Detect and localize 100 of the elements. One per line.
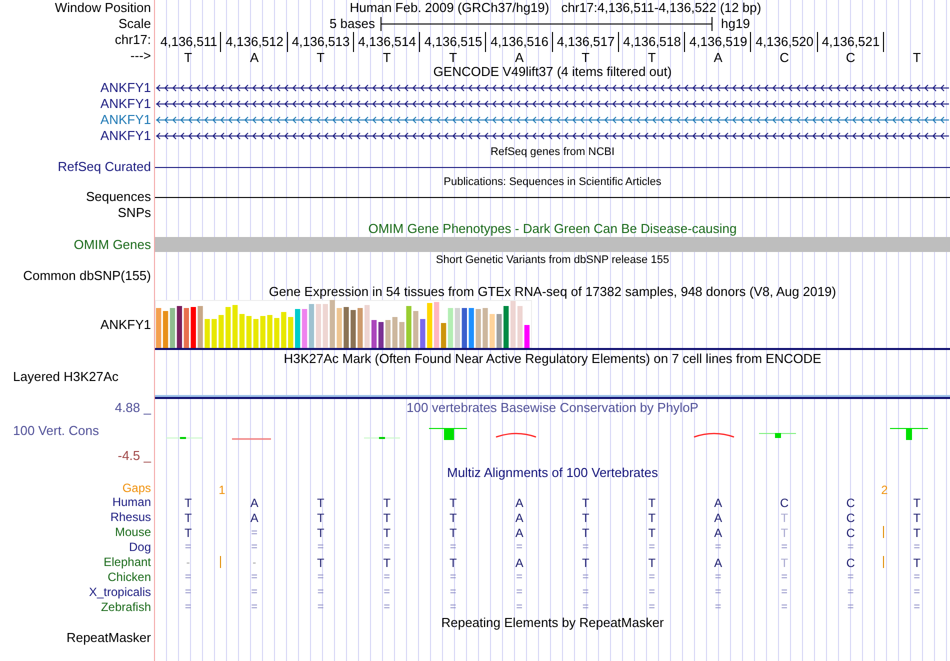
track-label: Gaps — [122, 480, 151, 496]
aligned-base: C — [846, 495, 855, 512]
track-label: chr17: — [114, 31, 151, 50]
aligned-base: T — [383, 495, 391, 512]
reference-base: A — [714, 49, 722, 67]
reference-base: C — [780, 49, 790, 67]
aligned-base: A — [515, 495, 524, 512]
expression-bar — [260, 316, 266, 348]
aligned-base: = — [317, 600, 324, 615]
aligned-base: = — [384, 540, 390, 555]
assembly-label: hg19 — [721, 15, 750, 34]
aligned-base: = — [251, 600, 258, 615]
aligned-base: = — [516, 540, 523, 555]
aligned-base: T — [184, 510, 192, 527]
ruler-position: 4,136,511 — [155, 32, 222, 52]
aligned-base: = — [714, 585, 722, 600]
aligned-base: = — [450, 600, 456, 615]
aligned-base: A — [250, 510, 258, 527]
track-label: OMIM Genes — [74, 236, 151, 254]
track-label: ---> — [130, 47, 151, 66]
expression-bar — [274, 318, 280, 348]
aligned-base: = — [317, 540, 324, 555]
aligned-base: T — [582, 555, 590, 572]
aligned-base: = — [251, 585, 258, 600]
track-title: Short Genetic Variants from dbSNP release 155 — [436, 252, 670, 268]
ruler-position: 4,136,517 — [552, 32, 619, 52]
expression-bar — [482, 308, 488, 348]
aligned-base: T — [913, 525, 921, 542]
gene-label: ANKFY1 — [100, 127, 151, 146]
aligned-base: = — [384, 570, 390, 585]
expression-bar — [330, 300, 335, 348]
track-label: Sequences — [86, 188, 151, 206]
aligned-base: C — [846, 525, 855, 542]
aligned-base: T — [449, 495, 457, 512]
track-title: Multiz Alignments of 100 Vertebrates — [446, 464, 658, 482]
track-title: H3K27Ac Mark (Often Found Near Active Regulatory Elements) on 7 cell lines from ENCODE — [284, 350, 822, 368]
aligned-base: T — [648, 510, 656, 527]
track-label: ANKFY1 — [100, 316, 151, 334]
aligned-base: = — [582, 585, 589, 600]
aligned-base: = — [648, 600, 656, 615]
aligned-base: = — [914, 600, 920, 615]
expression-bar — [212, 319, 217, 348]
ruler-position: 4,136,516 — [486, 32, 552, 52]
ruler-position: 4,136,513 — [288, 32, 354, 52]
species-label: Elephant — [104, 554, 151, 570]
aligned-base: T — [184, 495, 192, 512]
species-label: Dog — [128, 538, 151, 556]
species-label: Mouse — [114, 524, 151, 540]
aligned-base: = — [516, 600, 523, 615]
aligned-base: T — [780, 510, 788, 527]
species-label: X_tropicalis — [88, 584, 151, 600]
position-range: chr17:4,136,511-4,136,522 (12 bp) — [561, 0, 762, 18]
aligned-base: T — [582, 510, 590, 527]
aligned-base: T — [316, 510, 324, 527]
reference-base: A — [250, 49, 259, 67]
aligned-base: = — [516, 570, 523, 585]
expression-bar — [267, 315, 272, 348]
aligned-base: = — [914, 570, 920, 585]
aligned-base: = — [914, 585, 920, 600]
gap-count: 1 — [218, 482, 226, 499]
ruler-position: 4,136,514 — [354, 32, 420, 52]
track-title: Gene Expression in 54 tissues from GTEx RNA-seq of 17382 samples, 948 donors (V8, Aug 2019) — [268, 283, 836, 302]
expression-bar — [427, 303, 432, 348]
aligned-base: A — [515, 510, 524, 527]
aligned-base: = — [847, 540, 854, 555]
aligned-base: T — [582, 525, 590, 542]
aligned-base: = — [582, 540, 589, 555]
ruler-position: 4,136,519 — [685, 32, 752, 52]
aligned-base: C — [846, 555, 855, 572]
gap-count: 2 — [881, 482, 888, 499]
aligned-base: = — [184, 600, 192, 615]
aligned-base: T — [316, 495, 324, 512]
ruler-position: 4,136,520 — [751, 32, 818, 52]
expression-bar — [420, 319, 426, 348]
aligned-base: T — [913, 555, 921, 572]
expression-bar — [413, 311, 418, 348]
aligned-base: = — [251, 540, 258, 555]
aligned-base: A — [714, 495, 722, 512]
track-title: Repeating Elements by RepeatMasker — [441, 614, 664, 632]
track-label: 100 Vert. Cons — [13, 422, 99, 440]
aligned-base: T — [316, 555, 324, 572]
track-label: RepeatMasker — [66, 628, 151, 647]
aligned-base: = — [384, 585, 390, 600]
aligned-base: = — [384, 600, 390, 615]
expression-bar — [468, 308, 474, 348]
aligned-base: T — [913, 495, 921, 512]
aligned-base: = — [516, 585, 523, 600]
aligned-base: = — [847, 600, 854, 615]
ruler-position: 4,136,518 — [618, 32, 685, 52]
aligned-base: = — [781, 570, 788, 585]
expression-bar — [490, 314, 495, 348]
aligned-base: T — [449, 525, 457, 542]
aligned-base: = — [184, 585, 192, 600]
aligned-base: A — [714, 510, 722, 527]
aligned-base: = — [914, 540, 920, 555]
aligned-base: T — [648, 495, 656, 512]
aligned-base: A — [714, 525, 722, 542]
aligned-base: = — [781, 585, 788, 600]
species-label: Human — [112, 494, 151, 510]
aligned-base: = — [714, 540, 722, 555]
